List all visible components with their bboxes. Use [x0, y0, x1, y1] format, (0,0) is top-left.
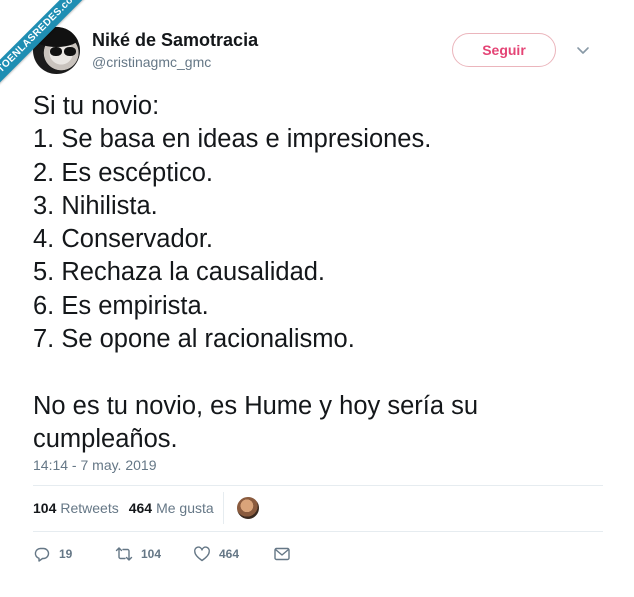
tweet-line: 6. Es empirista.	[33, 291, 209, 320]
retweet-icon	[115, 547, 133, 561]
engagement-stats: 104 Retweets 464 Me gusta	[33, 500, 224, 516]
reply-button[interactable]: 19	[33, 545, 72, 563]
chevron-down-icon[interactable]	[576, 43, 590, 57]
liker-avatar[interactable]	[236, 496, 260, 520]
like-count: 464	[219, 547, 240, 561]
watermark-text: VISTOENLASREDES.com	[0, 0, 92, 97]
watermark-ribbon: VISTOENLASREDES.com	[0, 0, 100, 100]
tweet-line: 2. Es escéptico.	[33, 158, 214, 187]
retweet-button[interactable]: 104	[115, 545, 161, 563]
tweet-card: VISTOENLASREDES.com Niké de Samotracia @…	[0, 0, 634, 597]
tweet-line: cumpleaños.	[33, 424, 178, 453]
retweet-count: 104	[141, 547, 162, 561]
follow-button[interactable]: Seguir	[452, 33, 556, 67]
tweet-line: No es tu novio, es Hume y hoy sería su	[33, 391, 479, 420]
likes-count: 464	[128, 500, 153, 516]
user-handle[interactable]: @cristinagmc_gmc	[92, 54, 211, 70]
tweet-line: 1. Se basa en ideas e impresiones.	[33, 125, 432, 154]
heart-icon	[194, 546, 210, 562]
reply-count: 19	[59, 547, 73, 561]
tweet-line: Si tu novio:	[33, 92, 160, 120]
divider	[33, 485, 603, 486]
message-icon	[274, 547, 290, 561]
likes-stat[interactable]: 464 Me gusta	[129, 500, 214, 516]
tweet-line: 3. Nihilista.	[33, 191, 158, 220]
timestamp[interactable]: 14:14 - 7 may. 2019	[33, 457, 156, 473]
retweets-stat[interactable]: 104 Retweets	[33, 500, 119, 516]
direct-message-button[interactable]	[273, 545, 291, 563]
retweets-count: 104	[33, 500, 57, 516]
like-button[interactable]: 464	[193, 545, 239, 563]
tweet-line: 4. Conservador.	[33, 225, 214, 254]
tweet-text: Si tu novio: 1. Se basa en ideas e impre…	[33, 90, 613, 456]
retweets-label: Retweets	[60, 500, 119, 516]
reply-icon	[34, 547, 50, 562]
tweet-line: 7. Se opone al racionalismo.	[33, 325, 355, 354]
likes-label: Me gusta	[156, 500, 214, 516]
tweet-line: 5. Rechaza la causalidad.	[33, 258, 326, 287]
display-name[interactable]: Niké de Samotracia	[92, 30, 258, 51]
stats-separator	[223, 492, 224, 524]
divider	[33, 531, 603, 532]
